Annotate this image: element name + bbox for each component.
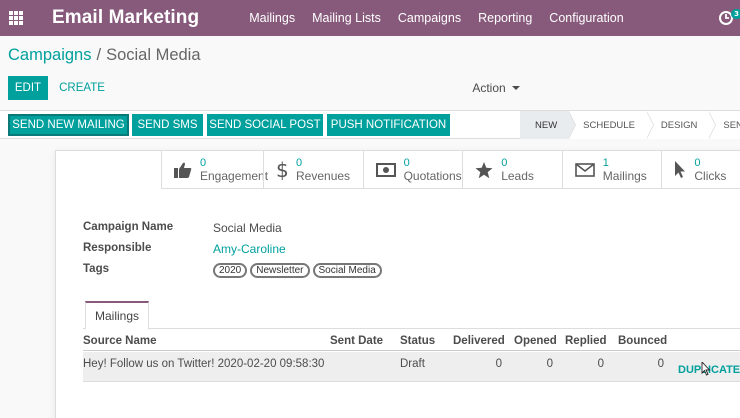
menu-item-configuration[interactable]: Configuration (549, 11, 623, 25)
clicks-stat-button[interactable]: 0 Clicks (661, 151, 740, 189)
form-sheet: 0 Engagement $ 0 Revenues 0 Quotations 0 Lea… (55, 150, 740, 418)
app-title[interactable]: Email Marketing (52, 7, 199, 29)
thumbs-up-icon (174, 162, 192, 178)
column-header-delivered[interactable]: Delivered (453, 335, 505, 347)
breadcrumb-current: Social Media (106, 46, 201, 64)
activity-count-badge: 3 (731, 9, 740, 19)
stage-arrow (568, 111, 577, 139)
dollar-icon: $ (276, 159, 288, 181)
menu-item-mailing-lists[interactable]: Mailing Lists (312, 11, 381, 25)
money-icon (375, 163, 396, 177)
cursor-icon (675, 161, 686, 178)
breadcrumb-parent[interactable]: Campaigns (8, 46, 91, 64)
stage-label: SCHEDULE (583, 119, 635, 131)
tag-badge[interactable]: Social Media (312, 263, 382, 278)
stage-new[interactable]: NEW (520, 111, 577, 139)
svg-text:$: $ (276, 159, 288, 181)
smart-button-box: 0 Engagement $ 0 Revenues 0 Quotations 0 Lea… (161, 151, 740, 189)
revenues-label: Revenues (296, 169, 351, 183)
quotations-stat-button[interactable]: 0 Quotations (362, 151, 463, 189)
top-navbar: Email Marketing Mailings Mailing Lists C… (0, 0, 740, 36)
stage-design[interactable]: DESIGN (646, 111, 717, 139)
mouse-pointer-icon (701, 362, 711, 376)
engagement-stat-button[interactable]: 0 Engagement (161, 151, 268, 189)
activity-clock-icon[interactable]: 3 (718, 8, 740, 28)
responsible-link[interactable]: Amy-Caroline (213, 242, 286, 256)
send-new-mailing-button[interactable]: SEND NEW MAILING (8, 114, 129, 136)
create-button[interactable]: CREATE (55, 76, 109, 100)
envelope-icon (574, 163, 595, 177)
push-notification-button[interactable]: PUSH NOTIFICATION (327, 114, 450, 136)
tags-field: 2020 Newsletter Social Media (213, 263, 385, 278)
form-statusbar: SEND NEW MAILING SEND SMS SEND SOCIAL PO… (0, 111, 740, 139)
menu-item-mailings[interactable]: Mailings (249, 11, 295, 25)
tags-label: Tags (83, 263, 109, 275)
tab-mailings[interactable]: Mailings (85, 301, 149, 330)
stage-label: NEW (535, 119, 558, 131)
column-header-opened[interactable]: Opened (514, 335, 557, 347)
column-header-status[interactable]: Status (400, 335, 435, 347)
mailings-label: Mailings (602, 169, 647, 183)
caret-down-icon (511, 86, 520, 90)
cell-delivered: 0 (495, 358, 502, 370)
menu-item-reporting[interactable]: Reporting (478, 11, 532, 25)
column-header-source-name[interactable]: Source Name (83, 335, 157, 347)
send-social-post-button[interactable]: SEND SOCIAL POST (207, 114, 323, 136)
notebook-tabs: Mailings (83, 301, 740, 330)
responsible-label: Responsible (83, 242, 152, 254)
table-header-divider (83, 350, 740, 351)
stage-pipeline: NEW SCHEDULE DESIGN SENT (520, 111, 740, 139)
leads-label: Leads (501, 169, 534, 183)
cell-replied: 0 (597, 358, 604, 370)
column-header-bounced[interactable]: Bounced (618, 335, 667, 347)
breadcrumb-separator: / (96, 46, 102, 64)
clicks-label: Clicks (694, 169, 727, 183)
send-sms-button[interactable]: SEND SMS (132, 114, 203, 136)
cell-opened: 0 (546, 358, 553, 370)
navbar-systray: 3 (718, 0, 740, 36)
revenues-stat-button[interactable]: $ 0 Revenues (263, 151, 363, 189)
cell-status: Draft (400, 358, 425, 370)
menu-item-campaigns[interactable]: Campaigns (398, 11, 461, 25)
action-dropdown[interactable]: Action (466, 76, 526, 100)
cell-bounced: 0 (657, 358, 664, 370)
action-label: Action (472, 81, 506, 95)
star-icon (475, 161, 493, 178)
stage-label: DESIGN (660, 119, 698, 131)
campaign-name-label: Campaign Name (83, 221, 174, 233)
tag-badge[interactable]: 2020 (213, 263, 248, 278)
mailings-stat-button[interactable]: 1 Mailings (561, 151, 662, 189)
main-menu: Mailings Mailing Lists Campaigns Reporti… (249, 11, 640, 25)
cell-source-name: Hey! Follow us on Twitter! 2020-02-20 09… (83, 358, 325, 370)
apps-menu-icon[interactable] (0, 0, 32, 36)
leads-stat-button[interactable]: 0 Leads (462, 151, 562, 189)
column-header-sent-date[interactable]: Sent Date (330, 335, 383, 347)
tag-badge[interactable]: Newsletter (250, 263, 310, 278)
breadcrumb: Campaigns / Social Media (8, 46, 201, 65)
stage-schedule[interactable]: SCHEDULE (569, 111, 654, 139)
column-header-replied[interactable]: Replied (565, 335, 607, 347)
edit-button[interactable]: EDIT (8, 76, 48, 100)
stage-label: SENT (723, 119, 740, 131)
stage-arrow (645, 111, 654, 139)
engagement-label: Engagement (200, 169, 269, 183)
campaign-name-value: Social Media (213, 221, 282, 235)
stage-arrow (708, 111, 717, 139)
quotations-label: Quotations (403, 169, 462, 183)
